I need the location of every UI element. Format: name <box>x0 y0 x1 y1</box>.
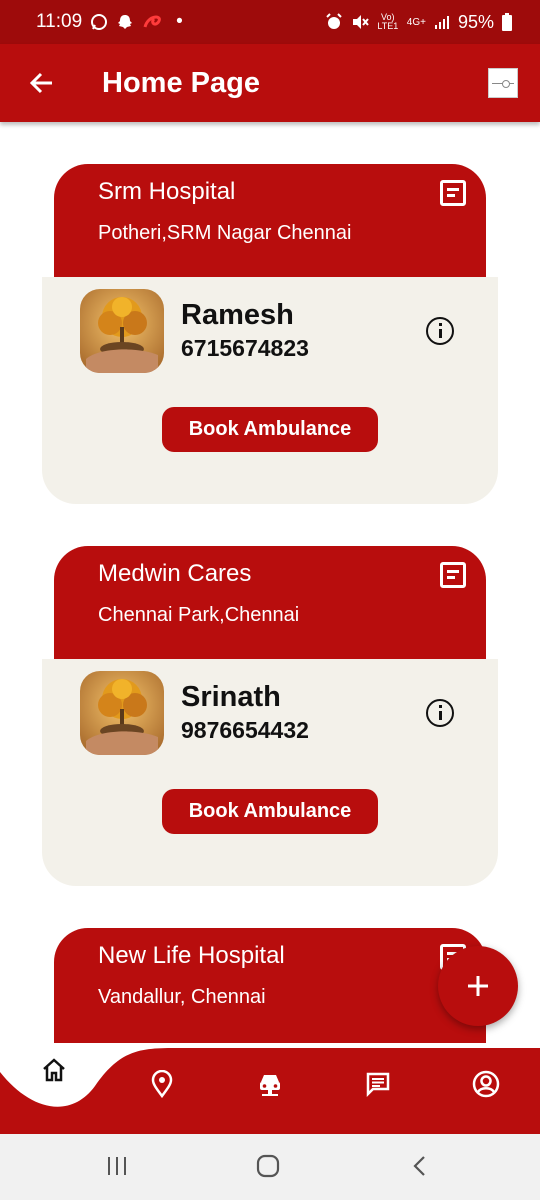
nav-chat[interactable] <box>356 1062 400 1106</box>
recent-apps-button[interactable] <box>97 1150 137 1182</box>
arrow-left-icon <box>29 72 52 94</box>
hospital-card-header: Srm Hospital Potheri,SRM Nagar Chennai <box>54 164 486 279</box>
plus-icon <box>468 976 488 996</box>
document-icon[interactable] <box>440 180 466 206</box>
car-icon <box>260 1075 280 1096</box>
signal-icon <box>434 16 449 29</box>
info-icon[interactable] <box>426 699 454 727</box>
system-nav-bar <box>0 1134 540 1200</box>
recent-apps-icon <box>108 1157 126 1175</box>
book-ambulance-button[interactable]: Book Ambulance <box>162 407 378 452</box>
page-title: Home Page <box>102 66 260 99</box>
network-type: 4G+ <box>406 16 426 28</box>
nav-ambulance[interactable] <box>248 1062 292 1106</box>
driver-avatar <box>80 671 164 755</box>
hospital-address: Chennai Park,Chennai <box>98 604 300 626</box>
snapchat-icon <box>118 15 133 29</box>
nav-location[interactable] <box>140 1062 184 1106</box>
status-dot: • <box>176 11 183 32</box>
hospital-card: Medwin Cares Chennai Park,Chennai Srinat… <box>42 546 498 886</box>
back-button[interactable] <box>22 63 62 103</box>
hospital-card: New Life Hospital Vandallur, Chennai <box>42 928 498 1048</box>
chat-icon <box>366 1072 390 1098</box>
alarm-icon <box>326 13 342 29</box>
airtel-icon <box>143 15 162 28</box>
network-label: Vo) LTE1 <box>377 12 399 31</box>
back-system-button[interactable] <box>400 1150 440 1182</box>
whatsapp-icon <box>91 14 108 30</box>
hospital-name: Srm Hospital <box>98 178 236 205</box>
status-time: 11:09 <box>36 11 83 32</box>
info-icon[interactable] <box>426 317 454 345</box>
driver-panel: Srinath 9876654432 Book Ambulance <box>42 659 498 886</box>
hospital-name: Medwin Cares <box>98 560 252 587</box>
document-icon[interactable] <box>440 562 466 588</box>
hospital-name: New Life Hospital <box>98 942 285 969</box>
book-ambulance-button[interactable]: Book Ambulance <box>162 789 378 834</box>
driver-name: Srinath <box>181 681 281 713</box>
home-icon <box>43 1058 65 1082</box>
status-bar: 11:09 • Vo) LTE1 4G+ 95% <box>0 0 540 44</box>
chevron-left-icon <box>413 1156 425 1176</box>
driver-panel: Ramesh 6715674823 Book Ambulance <box>42 277 498 504</box>
home-system-button[interactable] <box>248 1150 288 1182</box>
battery-icon <box>502 13 512 31</box>
hospital-address: Vandallur, Chennai <box>98 986 266 1008</box>
nav-profile[interactable] <box>464 1062 508 1106</box>
account-circle-icon <box>472 1070 500 1098</box>
location-pin-icon <box>151 1070 173 1098</box>
bottom-nav <box>0 1040 540 1134</box>
battery-percent: 95% <box>457 11 494 32</box>
hospital-card: Srm Hospital Potheri,SRM Nagar Chennai R… <box>42 164 498 504</box>
hospital-card-header: Medwin Cares Chennai Park,Chennai <box>54 546 486 661</box>
driver-avatar <box>80 289 164 373</box>
mute-icon <box>352 15 369 29</box>
hospital-address: Potheri,SRM Nagar Chennai <box>98 222 352 244</box>
hospital-card-header: New Life Hospital Vandallur, Chennai <box>54 928 486 1043</box>
circle-home-icon <box>256 1154 280 1178</box>
add-button[interactable] <box>438 946 518 1026</box>
driver-name: Ramesh <box>181 299 294 331</box>
driver-phone: 9876654432 <box>181 717 309 743</box>
nav-home[interactable] <box>32 1048 76 1092</box>
menu-toggle-icon[interactable] <box>488 68 518 98</box>
driver-phone: 6715674823 <box>181 335 309 361</box>
app-bar: Home Page <box>0 44 540 122</box>
